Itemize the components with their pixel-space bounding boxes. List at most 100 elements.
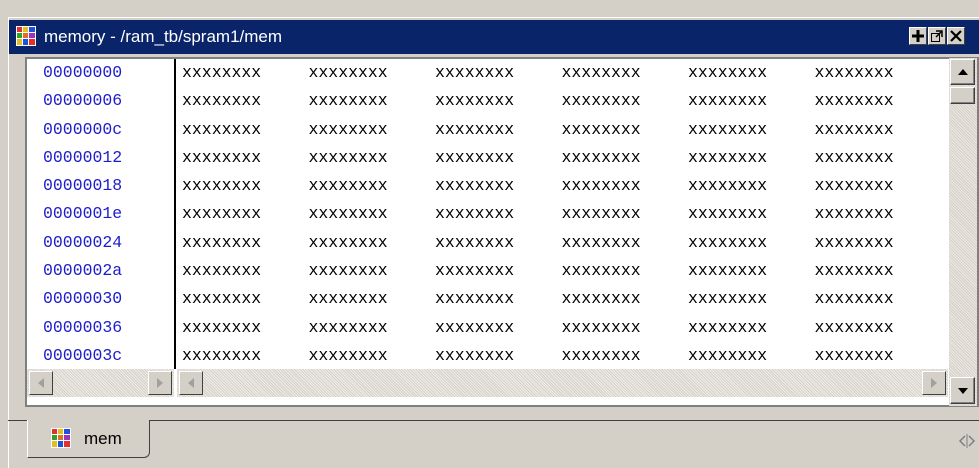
memory-cell[interactable]: xxxxxxxx	[815, 87, 942, 115]
memory-cell[interactable]: xxxxxxxx	[435, 314, 562, 342]
memory-cell[interactable]: xxxxxxxx	[182, 229, 309, 257]
memory-cell[interactable]: xxxxxxxx	[688, 116, 815, 144]
memory-cell[interactable]: xxxxxxxx	[562, 144, 689, 172]
memory-cell[interactable]: xxxxxxxx	[309, 172, 436, 200]
memory-cell[interactable]: xxxxxxxx	[562, 342, 689, 369]
memory-cell[interactable]: xxxxxxxx	[182, 257, 309, 285]
address-scroll-left-button[interactable]	[29, 371, 53, 395]
memory-cell[interactable]: xxxxxxxx	[562, 257, 689, 285]
memory-cell[interactable]: xxxxxxxx	[815, 200, 942, 228]
memory-row: xxxxxxxx xxxxxxxx xxxxxxxx xxxxxxxx xxxxxxxx…	[176, 59, 949, 87]
memory-cell[interactable]: xxxxxxxx	[688, 229, 815, 257]
memory-cell[interactable]: xxxxxxxx	[815, 257, 942, 285]
address-cell[interactable]: 00000012	[27, 144, 174, 172]
scroll-up-button[interactable]	[950, 59, 975, 85]
memory-cell[interactable]: xxxxxxxx	[562, 200, 689, 228]
memory-cell[interactable]: xxxxxxxx	[562, 87, 689, 115]
memory-cell[interactable]: xxxxxxxx	[815, 144, 942, 172]
memory-cell[interactable]: xxxxxxxx	[309, 342, 436, 369]
memory-cell[interactable]: xxxxxxxx	[815, 342, 942, 369]
memory-cell[interactable]: xxxxxxxx	[815, 229, 942, 257]
memory-cell[interactable]: xxxxxxxx	[309, 285, 436, 313]
address-cell[interactable]: 00000024	[27, 229, 174, 257]
memory-cell[interactable]: xxxxxxxx	[182, 87, 309, 115]
address-cell[interactable]: 00000030	[27, 285, 174, 313]
address-column[interactable]: 00000000 00000006 0000000c 00000012 00000018…	[27, 59, 176, 369]
address-horizontal-scrollbar[interactable]	[27, 369, 174, 397]
memory-row: xxxxxxxx xxxxxxxx xxxxxxxx xxxxxxxx xxxxxxxx…	[176, 314, 949, 342]
address-cell[interactable]: 0000002a	[27, 257, 174, 285]
memory-cell[interactable]: xxxxxxxx	[435, 200, 562, 228]
memory-cell[interactable]: xxxxxxxx	[182, 200, 309, 228]
memory-cell[interactable]: xxxxxxxx	[309, 144, 436, 172]
memory-cell[interactable]: xxxxxxxx	[309, 200, 436, 228]
vertical-scroll-thumb[interactable]	[950, 87, 975, 104]
memory-cell[interactable]: xxxxxxxx	[435, 116, 562, 144]
vertical-scrollbar[interactable]	[949, 58, 977, 406]
memory-cell[interactable]: xxxxxxxx	[435, 172, 562, 200]
memory-cell[interactable]: xxxxxxxx	[688, 59, 815, 87]
memory-cell[interactable]: xxxxxxxx	[309, 314, 436, 342]
address-cell[interactable]: 0000000c	[27, 116, 174, 144]
address-cell[interactable]: 00000036	[27, 314, 174, 342]
window-titlebar[interactable]: memory - /ram_tb/spram1/mem	[9, 20, 979, 54]
memory-cell[interactable]: xxxxxxxx	[182, 59, 309, 87]
memory-cell[interactable]: xxxxxxxx	[688, 144, 815, 172]
memory-cell[interactable]: xxxxxxxx	[182, 144, 309, 172]
memory-cell[interactable]: xxxxxxxx	[435, 59, 562, 87]
memory-cell[interactable]: xxxxxxxx	[182, 314, 309, 342]
memory-cell[interactable]: xxxxxxxx	[309, 116, 436, 144]
tab-scroll-arrows-icon[interactable]	[957, 432, 977, 450]
memory-cell[interactable]: xxxxxxxx	[688, 257, 815, 285]
memory-cell[interactable]: xxxxxxxx	[435, 87, 562, 115]
memory-cell[interactable]: xxxxxxxx	[182, 285, 309, 313]
memory-cell[interactable]: xxxxxxxx	[688, 172, 815, 200]
memory-cell[interactable]: xxxxxxxx	[688, 285, 815, 313]
address-cell[interactable]: 0000003c	[27, 342, 174, 369]
data-scroll-left-button[interactable]	[179, 371, 203, 395]
memory-cell[interactable]: xxxxxxxx	[562, 314, 689, 342]
maximize-button[interactable]	[909, 27, 927, 45]
data-column[interactable]: xxxxxxxx xxxxxxxx xxxxxxxx xxxxxxxx xxxxxxxx…	[176, 59, 949, 369]
data-horizontal-scrollbar[interactable]	[177, 369, 948, 397]
close-button[interactable]	[947, 27, 965, 45]
address-cell[interactable]: 0000001e	[27, 200, 174, 228]
memory-cell[interactable]: xxxxxxxx	[562, 229, 689, 257]
memory-cell[interactable]: xxxxxxxx	[435, 229, 562, 257]
memory-cell[interactable]: xxxxxxxx	[435, 342, 562, 369]
memory-cell[interactable]: xxxxxxxx	[309, 59, 436, 87]
tab-mem[interactable]: mem	[27, 420, 150, 458]
memory-cell[interactable]: xxxxxxxx	[688, 87, 815, 115]
memory-row: xxxxxxxx xxxxxxxx xxxxxxxx xxxxxxxx xxxxxxxx…	[176, 144, 949, 172]
memory-cell[interactable]: xxxxxxxx	[562, 59, 689, 87]
memory-cell[interactable]: xxxxxxxx	[815, 116, 942, 144]
data-scroll-right-button[interactable]	[922, 371, 946, 395]
memory-cell[interactable]: xxxxxxxx	[309, 257, 436, 285]
memory-cell[interactable]: xxxxxxxx	[815, 314, 942, 342]
address-scroll-right-button[interactable]	[148, 371, 172, 395]
memory-cell[interactable]: xxxxxxxx	[562, 172, 689, 200]
memory-cell[interactable]: xxxxxxxx	[182, 342, 309, 369]
memory-cell[interactable]: xxxxxxxx	[562, 116, 689, 144]
memory-cell[interactable]: xxxxxxxx	[182, 172, 309, 200]
undock-button[interactable]	[928, 27, 946, 45]
memory-cell[interactable]: xxxxxxxx	[815, 172, 942, 200]
memory-cell[interactable]: xxxxxxxx	[435, 257, 562, 285]
memory-cell[interactable]: xxxxxxxx	[435, 144, 562, 172]
memory-cell[interactable]: xxxxxxxx	[309, 87, 436, 115]
address-cell[interactable]: 00000018	[27, 172, 174, 200]
address-cell[interactable]: 00000006	[27, 87, 174, 115]
memory-cell[interactable]: xxxxxxxx	[815, 285, 942, 313]
memory-cell[interactable]: xxxxxxxx	[688, 200, 815, 228]
memory-cell[interactable]: xxxxxxxx	[688, 342, 815, 369]
memory-cell[interactable]: xxxxxxxx	[435, 285, 562, 313]
memory-row: xxxxxxxx xxxxxxxx xxxxxxxx xxxxxxxx xxxxxxxx…	[176, 342, 949, 369]
memory-cell[interactable]: xxxxxxxx	[309, 229, 436, 257]
address-cell[interactable]: 00000000	[27, 59, 174, 87]
memory-cell[interactable]: xxxxxxxx	[562, 285, 689, 313]
memory-cell[interactable]: xxxxxxxx	[688, 314, 815, 342]
memory-cell[interactable]: xxxxxxxx	[815, 59, 942, 87]
memory-cell[interactable]: xxxxxxxx	[182, 116, 309, 144]
scroll-down-button[interactable]	[950, 377, 975, 404]
arrow-up-icon	[957, 69, 968, 75]
